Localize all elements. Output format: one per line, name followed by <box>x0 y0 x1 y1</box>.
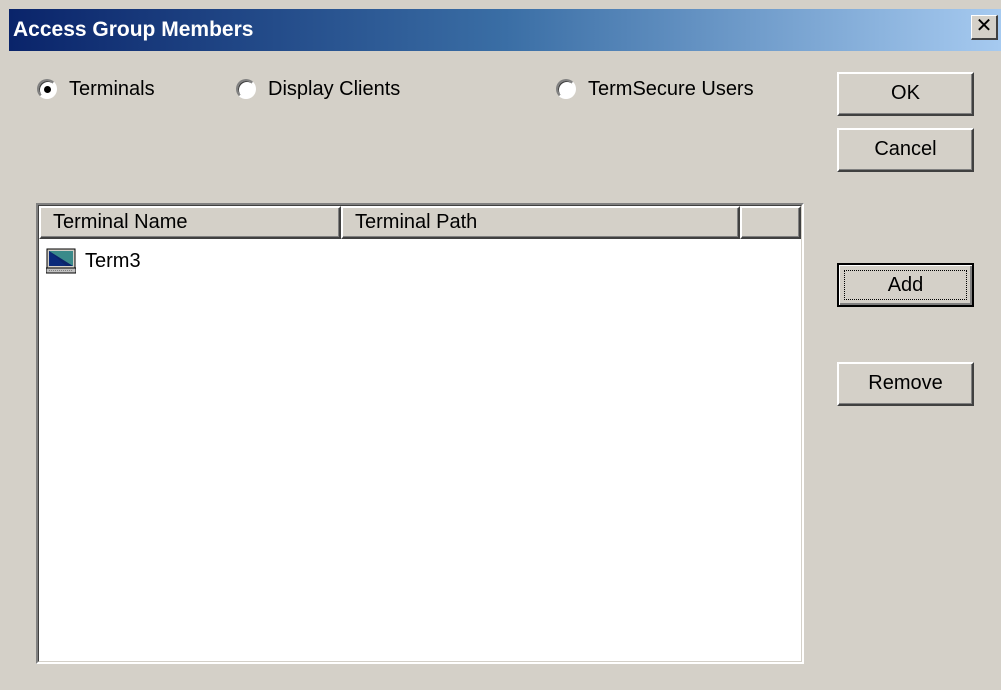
radio-terminals-label: Terminals <box>69 77 155 100</box>
radio-circle-icon <box>556 79 576 99</box>
column-header-terminal-name[interactable]: Terminal Name <box>39 206 341 239</box>
window-title: Access Group Members <box>13 18 254 41</box>
list-item-name: Term3 <box>85 249 141 272</box>
list-item[interactable]: Term3 <box>46 248 141 274</box>
members-list-view[interactable]: Terminal Name Terminal Path Term3 <box>36 203 804 664</box>
radio-display-clients[interactable]: Display Clients <box>236 77 400 101</box>
radio-terminals[interactable]: Terminals <box>37 77 155 101</box>
list-view-frame: Terminal Name Terminal Path Term3 <box>38 205 802 662</box>
radio-termsecure-users-label: TermSecure Users <box>588 77 754 100</box>
list-header: Terminal Name Terminal Path <box>39 206 801 239</box>
cancel-button[interactable]: Cancel <box>837 128 974 172</box>
add-button[interactable]: Add <box>837 263 974 307</box>
add-button-label: Add <box>844 270 967 300</box>
close-icon: ✕ <box>975 15 993 37</box>
remove-button[interactable]: Remove <box>837 362 974 406</box>
close-button[interactable]: ✕ <box>971 15 998 40</box>
radio-circle-icon <box>37 79 57 99</box>
column-header-empty[interactable] <box>740 206 801 239</box>
radio-termsecure-users[interactable]: TermSecure Users <box>556 77 754 101</box>
radio-selected-dot-icon <box>44 86 51 93</box>
access-group-members-dialog: Access Group Members ✕ Terminals Display… <box>0 0 1001 690</box>
title-bar[interactable]: Access Group Members <box>9 9 1001 51</box>
ok-button[interactable]: OK <box>837 72 974 116</box>
radio-circle-icon <box>236 79 256 99</box>
terminal-computer-icon <box>46 248 76 274</box>
radio-display-clients-label: Display Clients <box>268 77 401 100</box>
column-header-terminal-path[interactable]: Terminal Path <box>341 206 740 239</box>
